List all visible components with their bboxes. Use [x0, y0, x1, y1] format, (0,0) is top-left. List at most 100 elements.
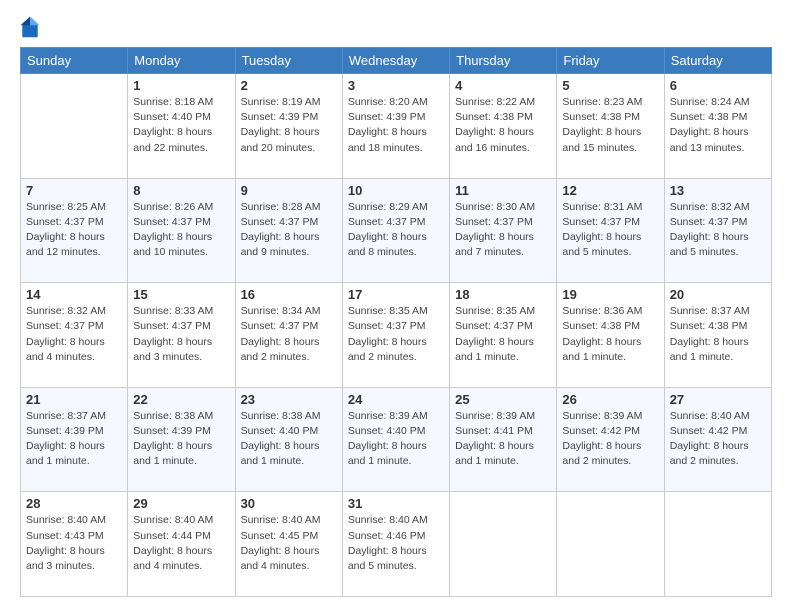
calendar-cell — [664, 492, 771, 597]
col-header-monday: Monday — [128, 48, 235, 74]
day-info: Sunrise: 8:35 AMSunset: 4:37 PMDaylight:… — [455, 304, 551, 365]
day-info: Sunrise: 8:32 AMSunset: 4:37 PMDaylight:… — [26, 304, 122, 365]
day-info: Sunrise: 8:39 AMSunset: 4:42 PMDaylight:… — [562, 409, 658, 470]
day-number: 7 — [26, 183, 122, 198]
day-info: Sunrise: 8:25 AMSunset: 4:37 PMDaylight:… — [26, 200, 122, 261]
calendar-cell: 16 Sunrise: 8:34 AMSunset: 4:37 PMDayligh… — [235, 283, 342, 388]
logo-icon — [20, 15, 40, 39]
day-info: Sunrise: 8:28 AMSunset: 4:37 PMDaylight:… — [241, 200, 337, 261]
calendar-cell: 28 Sunrise: 8:40 AMSunset: 4:43 PMDayligh… — [21, 492, 128, 597]
calendar-cell: 20 Sunrise: 8:37 AMSunset: 4:38 PMDayligh… — [664, 283, 771, 388]
calendar-cell: 7 Sunrise: 8:25 AMSunset: 4:37 PMDaylight… — [21, 178, 128, 283]
day-number: 17 — [348, 287, 444, 302]
calendar-cell: 27 Sunrise: 8:40 AMSunset: 4:42 PMDayligh… — [664, 387, 771, 492]
col-header-tuesday: Tuesday — [235, 48, 342, 74]
calendar-cell — [557, 492, 664, 597]
day-info: Sunrise: 8:40 AMSunset: 4:44 PMDaylight:… — [133, 513, 229, 574]
calendar-week-4: 28 Sunrise: 8:40 AMSunset: 4:43 PMDayligh… — [21, 492, 772, 597]
calendar-cell: 24 Sunrise: 8:39 AMSunset: 4:40 PMDayligh… — [342, 387, 449, 492]
calendar-cell: 14 Sunrise: 8:32 AMSunset: 4:37 PMDayligh… — [21, 283, 128, 388]
day-info: Sunrise: 8:40 AMSunset: 4:42 PMDaylight:… — [670, 409, 766, 470]
day-number: 21 — [26, 392, 122, 407]
day-info: Sunrise: 8:31 AMSunset: 4:37 PMDaylight:… — [562, 200, 658, 261]
day-info: Sunrise: 8:40 AMSunset: 4:46 PMDaylight:… — [348, 513, 444, 574]
calendar-week-1: 7 Sunrise: 8:25 AMSunset: 4:37 PMDaylight… — [21, 178, 772, 283]
calendar-cell: 1 Sunrise: 8:18 AMSunset: 4:40 PMDaylight… — [128, 74, 235, 179]
day-number: 26 — [562, 392, 658, 407]
calendar-cell: 11 Sunrise: 8:30 AMSunset: 4:37 PMDayligh… — [450, 178, 557, 283]
calendar-cell — [21, 74, 128, 179]
page: SundayMondayTuesdayWednesdayThursdayFrid… — [0, 0, 792, 612]
day-info: Sunrise: 8:39 AMSunset: 4:41 PMDaylight:… — [455, 409, 551, 470]
day-number: 4 — [455, 78, 551, 93]
calendar-cell: 19 Sunrise: 8:36 AMSunset: 4:38 PMDayligh… — [557, 283, 664, 388]
day-number: 10 — [348, 183, 444, 198]
calendar-cell: 22 Sunrise: 8:38 AMSunset: 4:39 PMDayligh… — [128, 387, 235, 492]
calendar-cell: 29 Sunrise: 8:40 AMSunset: 4:44 PMDayligh… — [128, 492, 235, 597]
day-number: 28 — [26, 496, 122, 511]
day-info: Sunrise: 8:29 AMSunset: 4:37 PMDaylight:… — [348, 200, 444, 261]
col-header-saturday: Saturday — [664, 48, 771, 74]
day-info: Sunrise: 8:33 AMSunset: 4:37 PMDaylight:… — [133, 304, 229, 365]
calendar-cell: 31 Sunrise: 8:40 AMSunset: 4:46 PMDayligh… — [342, 492, 449, 597]
calendar-cell: 8Sunrise: 8:26 AMSunset: 4:37 PMDaylight… — [128, 178, 235, 283]
day-number: 19 — [562, 287, 658, 302]
calendar-cell: 17Sunrise: 8:35 AMSunset: 4:37 PMDayligh… — [342, 283, 449, 388]
calendar-cell: 15Sunrise: 8:33 AMSunset: 4:37 PMDayligh… — [128, 283, 235, 388]
col-header-friday: Friday — [557, 48, 664, 74]
day-number: 6 — [670, 78, 766, 93]
calendar-cell: 6Sunrise: 8:24 AMSunset: 4:38 PMDaylight… — [664, 74, 771, 179]
calendar-cell: 25 Sunrise: 8:39 AMSunset: 4:41 PMDayligh… — [450, 387, 557, 492]
calendar-cell: 4 Sunrise: 8:22 AMSunset: 4:38 PMDaylight… — [450, 74, 557, 179]
day-info: Sunrise: 8:19 AMSunset: 4:39 PMDaylight:… — [241, 95, 337, 156]
col-header-thursday: Thursday — [450, 48, 557, 74]
calendar-week-3: 21 Sunrise: 8:37 AMSunset: 4:39 PMDayligh… — [21, 387, 772, 492]
day-number: 13 — [670, 183, 766, 198]
day-number: 25 — [455, 392, 551, 407]
calendar-cell: 30Sunrise: 8:40 AMSunset: 4:45 PMDayligh… — [235, 492, 342, 597]
day-number: 14 — [26, 287, 122, 302]
day-number: 9 — [241, 183, 337, 198]
day-info: Sunrise: 8:40 AMSunset: 4:45 PMDaylight:… — [241, 513, 337, 574]
day-info: Sunrise: 8:20 AMSunset: 4:39 PMDaylight:… — [348, 95, 444, 156]
calendar-cell: 2 Sunrise: 8:19 AMSunset: 4:39 PMDaylight… — [235, 74, 342, 179]
day-info: Sunrise: 8:34 AMSunset: 4:37 PMDaylight:… — [241, 304, 337, 365]
calendar-cell: 9 Sunrise: 8:28 AMSunset: 4:37 PMDaylight… — [235, 178, 342, 283]
day-info: Sunrise: 8:37 AMSunset: 4:38 PMDaylight:… — [670, 304, 766, 365]
day-number: 8 — [133, 183, 229, 198]
day-info: Sunrise: 8:38 AMSunset: 4:40 PMDaylight:… — [241, 409, 337, 470]
calendar-week-0: 1 Sunrise: 8:18 AMSunset: 4:40 PMDaylight… — [21, 74, 772, 179]
day-number: 5 — [562, 78, 658, 93]
day-info: Sunrise: 8:22 AMSunset: 4:38 PMDaylight:… — [455, 95, 551, 156]
calendar-cell: 18Sunrise: 8:35 AMSunset: 4:37 PMDayligh… — [450, 283, 557, 388]
day-info: Sunrise: 8:30 AMSunset: 4:37 PMDaylight:… — [455, 200, 551, 261]
calendar-header-row: SundayMondayTuesdayWednesdayThursdayFrid… — [21, 48, 772, 74]
day-info: Sunrise: 8:38 AMSunset: 4:39 PMDaylight:… — [133, 409, 229, 470]
day-number: 1 — [133, 78, 229, 93]
calendar-cell: 12 Sunrise: 8:31 AMSunset: 4:37 PMDayligh… — [557, 178, 664, 283]
day-number: 23 — [241, 392, 337, 407]
day-number: 12 — [562, 183, 658, 198]
day-number: 11 — [455, 183, 551, 198]
day-number: 29 — [133, 496, 229, 511]
logo — [20, 15, 44, 39]
day-info: Sunrise: 8:32 AMSunset: 4:37 PMDaylight:… — [670, 200, 766, 261]
calendar-cell: 3 Sunrise: 8:20 AMSunset: 4:39 PMDaylight… — [342, 74, 449, 179]
day-info: Sunrise: 8:23 AMSunset: 4:38 PMDaylight:… — [562, 95, 658, 156]
day-info: Sunrise: 8:18 AMSunset: 4:40 PMDaylight:… — [133, 95, 229, 156]
day-info: Sunrise: 8:37 AMSunset: 4:39 PMDaylight:… — [26, 409, 122, 470]
day-number: 24 — [348, 392, 444, 407]
day-number: 3 — [348, 78, 444, 93]
day-number: 16 — [241, 287, 337, 302]
day-number: 31 — [348, 496, 444, 511]
day-number: 20 — [670, 287, 766, 302]
day-info: Sunrise: 8:36 AMSunset: 4:38 PMDaylight:… — [562, 304, 658, 365]
calendar-cell: 21 Sunrise: 8:37 AMSunset: 4:39 PMDayligh… — [21, 387, 128, 492]
calendar-cell: 10 Sunrise: 8:29 AMSunset: 4:37 PMDayligh… — [342, 178, 449, 283]
day-number: 27 — [670, 392, 766, 407]
day-number: 22 — [133, 392, 229, 407]
day-info: Sunrise: 8:39 AMSunset: 4:40 PMDaylight:… — [348, 409, 444, 470]
calendar-cell — [450, 492, 557, 597]
day-number: 2 — [241, 78, 337, 93]
day-info: Sunrise: 8:40 AMSunset: 4:43 PMDaylight:… — [26, 513, 122, 574]
